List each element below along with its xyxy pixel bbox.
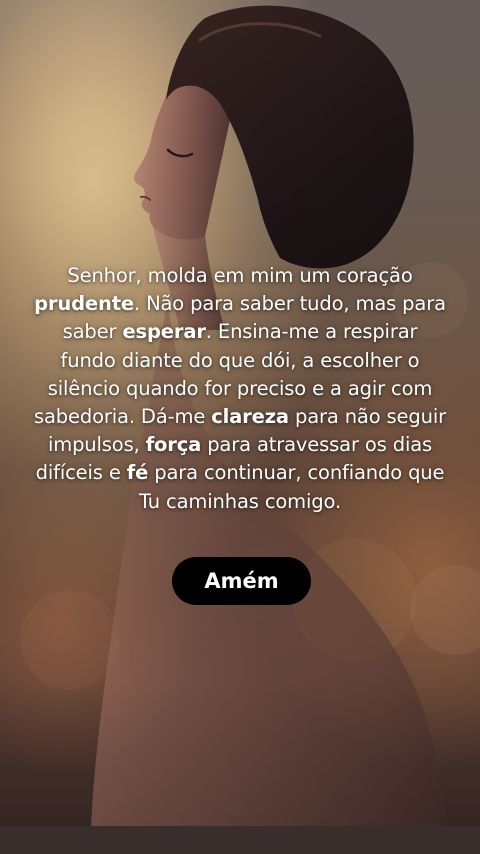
emphasis-clareza: clareza [211,405,289,429]
emphasis-fe: fé [126,461,149,485]
emphasis-prudente: prudente [34,292,134,316]
prayer-text-part: Senhor, molda em mim um coração [67,264,413,287]
background-scene: Senhor, molda em mim um coração prudente… [0,0,480,854]
bottom-bar [0,826,480,854]
emphasis-esperar: esperar [122,320,206,344]
prayer-text-part: para continuar, confiando que Tu caminha… [139,461,445,513]
prayer-text: Senhor, molda em mim um coração prudente… [34,262,446,516]
emphasis-forca: força [145,433,202,457]
amen-button[interactable]: Amém [172,557,311,605]
